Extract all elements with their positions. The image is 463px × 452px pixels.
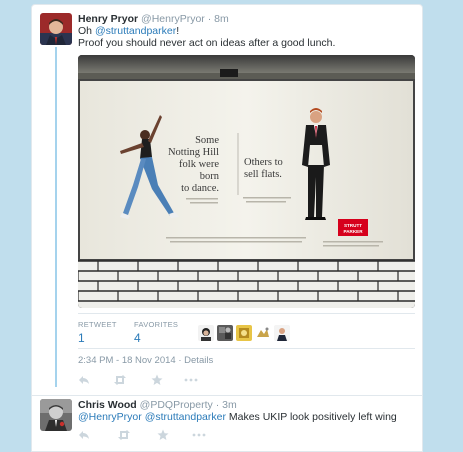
- ad-right-headline: Others to sell flats.: [244, 157, 283, 180]
- favoriter-avatar-2[interactable]: [217, 325, 233, 341]
- tweet-header: Henry Pryor @HenryPryor · 8m: [78, 13, 229, 25]
- tweet-text-line-2: Proof you should never act on ideas afte…: [78, 37, 336, 49]
- tiled-wall: [78, 260, 415, 308]
- reply-text-body: Makes UKIP look positively left wing: [225, 411, 397, 423]
- author-name[interactable]: Henry Pryor: [78, 13, 138, 25]
- reply-header: Chris Wood @PDQProperty · 3m: [78, 399, 237, 411]
- favoriter-avatar-3[interactable]: [236, 325, 252, 341]
- favorites-label: FAVORITES: [134, 320, 179, 329]
- ad-left-line-5: to dance.: [181, 183, 219, 194]
- retweet-stat[interactable]: RETWEET 1: [78, 320, 117, 345]
- reply-time[interactable]: 3m: [222, 399, 237, 411]
- logo-line-2: PARKER: [343, 229, 363, 234]
- reply-text: @HenryPryor @struttandparker Makes UKIP …: [78, 411, 397, 423]
- tweet-text-suffix: !: [176, 25, 180, 37]
- reply-author-handle[interactable]: @PDQProperty: [140, 399, 213, 411]
- retweet-label: RETWEET: [78, 320, 117, 329]
- retweet-icon[interactable]: [117, 429, 131, 444]
- star-icon[interactable]: [151, 374, 163, 389]
- ad-right-line-2: sell flats.: [244, 169, 282, 180]
- tweet-meta: 2:34 PM - 18 Nov 2014 · Details: [78, 355, 213, 366]
- favoriter-avatar-5[interactable]: [274, 325, 290, 341]
- mention-struttandparker-reply[interactable]: @struttandparker: [145, 411, 226, 423]
- tweet-time[interactable]: 8m: [214, 13, 229, 25]
- tweet-text-prefix: Oh: [78, 25, 95, 37]
- more-icon[interactable]: [192, 429, 206, 444]
- favoriter-avatar-4[interactable]: [255, 325, 271, 341]
- details-link[interactable]: Details: [184, 355, 213, 366]
- more-icon[interactable]: [184, 374, 198, 389]
- meta-separator: ·: [175, 355, 185, 366]
- reply-divider: [32, 395, 422, 396]
- favoriter-avatar-1[interactable]: [198, 325, 214, 341]
- favorites-count[interactable]: 4: [134, 331, 178, 345]
- star-icon[interactable]: [157, 429, 169, 444]
- reply-author-name[interactable]: Chris Wood: [78, 399, 137, 411]
- favorites-stat[interactable]: FAVORITES 4: [134, 320, 178, 345]
- author-handle[interactable]: @HenryPryor: [141, 13, 205, 25]
- ceiling-sign: [220, 69, 238, 77]
- reply-header-separator: ·: [215, 399, 220, 411]
- ad-left-line-1: Some: [195, 135, 219, 146]
- logo-line-1: STRUTT: [344, 223, 362, 228]
- ad-left-line-3: folk were: [179, 159, 219, 170]
- tweet-stats: RETWEET 1 FAVORITES 4: [78, 313, 415, 349]
- tweet-conversation-card: Henry Pryor @HenryPryor · 8m Oh @strutta…: [31, 4, 423, 452]
- header-separator: ·: [207, 13, 212, 25]
- reply-icon[interactable]: [78, 374, 90, 389]
- henry-pryor-avatar[interactable]: [40, 13, 72, 45]
- chris-wood-avatar[interactable]: [40, 399, 72, 431]
- ad-left-line-2: Notting Hill: [168, 147, 219, 158]
- ad-right-line-1: Others to: [244, 157, 283, 168]
- mention-henrypryor[interactable]: @HenryPryor: [78, 411, 142, 423]
- retweet-icon[interactable]: [113, 374, 127, 389]
- thread-connector-line: [55, 47, 57, 387]
- tweet-text-line-1: Oh @struttandparker!: [78, 25, 179, 37]
- strutt-parker-logo: STRUTT PARKER: [338, 219, 368, 236]
- mention-struttandparker[interactable]: @struttandparker: [95, 25, 176, 37]
- ad-left-line-4: born: [200, 171, 220, 182]
- reply-icon[interactable]: [78, 429, 90, 444]
- tweet-timestamp[interactable]: 2:34 PM - 18 Nov 2014: [78, 355, 176, 366]
- tweet-photo[interactable]: Some Notting Hill folk were born to danc…: [78, 55, 415, 308]
- retweet-count[interactable]: 1: [78, 331, 117, 345]
